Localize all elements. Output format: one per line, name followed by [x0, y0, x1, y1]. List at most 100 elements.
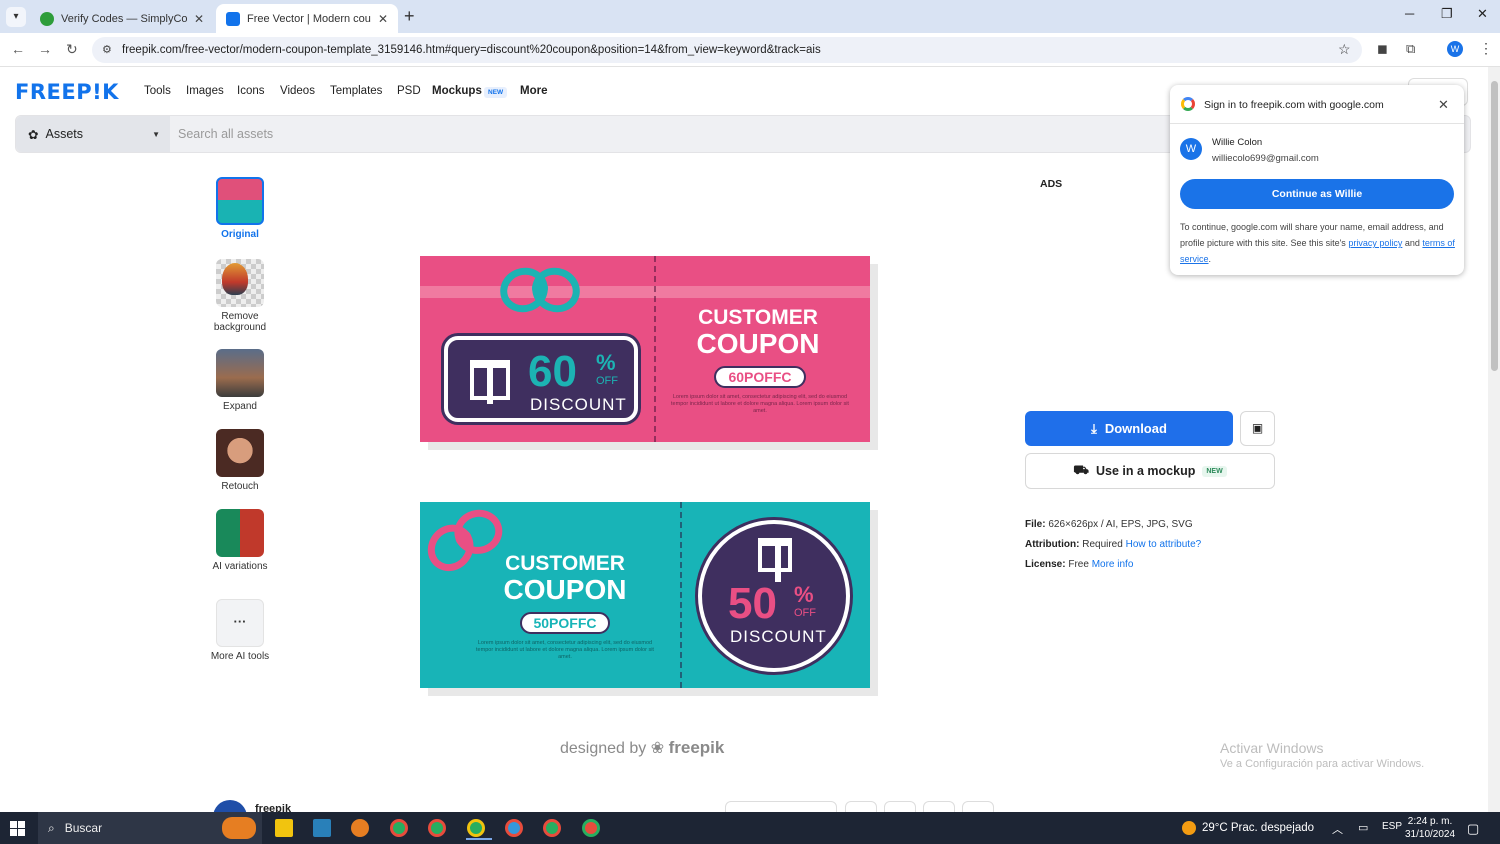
new-tab-plus-icon[interactable]: +	[404, 6, 415, 27]
new-badge: NEW	[1202, 465, 1227, 477]
new-badge: NEW	[484, 87, 508, 98]
heading-customer: CUSTOMER	[698, 306, 818, 329]
fine-print: Lorem ipsum dolor sit amet, consectetur …	[476, 640, 654, 660]
address-bar[interactable]: ⚙ freepik.com/free-vector/modern-coupon-…	[92, 37, 1362, 63]
google-signin-popup: Sign in to freepik.com with google.com ✕…	[1170, 85, 1464, 275]
pumpkins-widget-icon[interactable]	[222, 817, 256, 839]
chrome-profile-icon[interactable]	[582, 819, 600, 837]
browser-toolbar: ← → ↻ ⚙ freepik.com/free-vector/modern-c…	[0, 33, 1500, 67]
designed-by-text: designed by	[560, 740, 647, 757]
consent-note: To continue, google.com will share your …	[1180, 219, 1456, 267]
close-icon[interactable]: ✕	[1438, 97, 1449, 113]
designed-by-brand: freepik	[668, 738, 725, 757]
collection-icon[interactable]: ▣	[1240, 411, 1275, 446]
freepik-favicon-icon	[226, 11, 240, 26]
nav-tools[interactable]: Tools	[144, 85, 171, 97]
tool-more-ai[interactable]: ··· More AI tools	[204, 599, 276, 662]
file-explorer-icon[interactable]	[275, 819, 293, 837]
fine-print: Lorem ipsum dolor sit amet, consectetur …	[671, 394, 849, 414]
reload-icon[interactable]: ↻	[66, 41, 78, 58]
weather-text: 29°C Prac. despejado	[1202, 822, 1315, 834]
bookmark-star-icon[interactable]: ☆	[1338, 41, 1351, 58]
nav-icons[interactable]: Icons	[237, 85, 265, 97]
nav-psd[interactable]: PSD	[397, 85, 421, 97]
freepik-logo[interactable]: FREEP!K	[15, 80, 119, 104]
more-dots-icon: ···	[216, 599, 264, 647]
download-button[interactable]: ⤓ Download	[1025, 411, 1233, 446]
tool-remove-background[interactable]: Remove background	[204, 259, 276, 333]
privacy-policy-link[interactable]: privacy policy	[1348, 238, 1402, 248]
tool-label: Retouch	[221, 481, 259, 492]
consent-period: .	[1208, 254, 1212, 264]
window-close-icon[interactable]: ✕	[1477, 6, 1488, 22]
popup-title: Sign in to freepik.com with google.com	[1204, 99, 1384, 111]
tool-label: AI variations	[212, 561, 268, 572]
nav-more[interactable]: More	[520, 85, 547, 97]
search-icon: ⌕	[48, 820, 55, 835]
discount-badge: 60 % OFF DISCOUNT	[444, 336, 638, 422]
retouch-thumbnail	[216, 429, 264, 477]
extension-icon[interactable]: ◼	[1377, 41, 1388, 57]
tray-chevron-icon[interactable]: ︿	[1332, 821, 1343, 837]
asset-type-select[interactable]: ✿ Assets ▼	[16, 116, 170, 152]
nav-images[interactable]: Images	[186, 85, 224, 97]
firefox-icon[interactable]	[351, 819, 369, 837]
site-info-icon[interactable]: ⚙	[102, 37, 112, 63]
chrome-profile-icon[interactable]	[505, 819, 523, 837]
continue-as-button[interactable]: Continue as Willie	[1180, 179, 1454, 209]
tab-simplycodes[interactable]: Verify Codes — SimplyCodes ✕	[30, 4, 214, 33]
windows-taskbar: ⌕ Buscar 29°C Prac. despejado ︿ ▭ ESP 2:…	[0, 812, 1500, 844]
close-icon[interactable]: ✕	[194, 12, 204, 26]
profile-avatar[interactable]: W	[1447, 41, 1463, 57]
off-label: OFF	[794, 607, 816, 619]
chrome-profile-icon[interactable]	[543, 819, 561, 837]
discount-label: DISCOUNT	[730, 627, 827, 646]
language-indicator[interactable]: ESP	[1382, 821, 1402, 832]
nav-mockups[interactable]: Mockups	[432, 85, 482, 97]
windows-start-icon[interactable]	[10, 821, 25, 836]
weather-widget[interactable]: 29°C Prac. despejado	[1182, 821, 1314, 835]
restore-icon[interactable]: ❐	[1441, 6, 1453, 22]
notifications-icon[interactable]: ▢	[1467, 821, 1479, 837]
consent-and: and	[1404, 238, 1420, 248]
coupon-pink: .coupon.pink .bow::before, .coupon.pink …	[420, 256, 870, 442]
attribution-info: Attribution: Required How to attribute?	[1025, 539, 1201, 550]
clock-date: 31/10/2024	[1405, 829, 1456, 840]
tool-retouch[interactable]: Retouch	[204, 429, 276, 492]
tab-list-chevron-icon[interactable]: ▾	[6, 7, 26, 27]
search-input[interactable]	[178, 116, 1078, 152]
taskbar-clock[interactable]: 2:24 p. m. 31/10/2024	[1405, 815, 1455, 841]
tool-expand[interactable]: Expand	[204, 349, 276, 412]
heading-customer: CUSTOMER	[505, 552, 625, 575]
tab-freepik[interactable]: Free Vector | Modern coupon te ✕	[216, 4, 398, 33]
puzzle-icon[interactable]: ⧉	[1406, 41, 1415, 57]
weather-sun-icon	[1182, 821, 1196, 835]
close-icon[interactable]: ✕	[378, 12, 388, 26]
use-in-mockup-button[interactable]: ⛟ Use in a mockup NEW	[1025, 453, 1275, 489]
scrollbar-thumb[interactable]	[1491, 81, 1498, 371]
menu-kebab-icon[interactable]: ⋮	[1479, 40, 1493, 57]
nav-videos[interactable]: Videos	[280, 85, 315, 97]
forward-arrow-icon[interactable]: →	[38, 41, 52, 57]
tool-ai-variations[interactable]: AI variations	[204, 509, 276, 572]
chrome-icon[interactable]	[390, 819, 408, 837]
assets-icon: ✿	[28, 127, 39, 142]
minimize-icon[interactable]: ─	[1405, 6, 1414, 21]
discount-badge: 50 % OFF DISCOUNT	[698, 520, 850, 672]
back-arrow-icon[interactable]: ←	[11, 41, 25, 57]
tool-original[interactable]: Original	[204, 177, 276, 240]
attribution-label: Attribution:	[1025, 539, 1080, 550]
discount-label: DISCOUNT	[530, 395, 627, 414]
account-email: williecolo699@gmail.com	[1212, 153, 1319, 164]
page-scrollbar[interactable]	[1488, 67, 1500, 812]
store-icon[interactable]	[313, 819, 331, 837]
account-avatar: W	[1180, 138, 1202, 160]
network-icon[interactable]: ▭	[1358, 821, 1368, 834]
chrome-active-icon[interactable]	[466, 819, 492, 840]
coupon-heading: CUSTOMER COUPON	[490, 552, 640, 604]
download-icon: ⤓	[1091, 420, 1097, 436]
how-to-attribute-link[interactable]: How to attribute?	[1126, 539, 1202, 550]
nav-templates[interactable]: Templates	[330, 85, 382, 97]
chrome-profile-icon[interactable]	[428, 819, 446, 837]
more-info-link[interactable]: More info	[1092, 559, 1134, 570]
